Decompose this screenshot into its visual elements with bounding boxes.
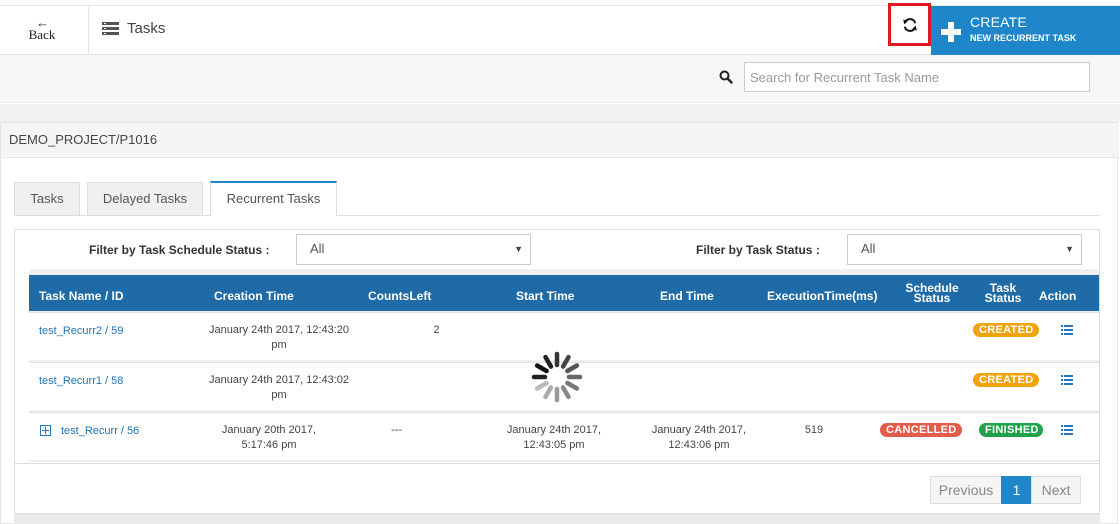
start-time-line2: 12:43:05 pm <box>523 439 585 451</box>
col-creation-time: Creation Time <box>214 289 294 303</box>
creation-time-line2: 5:17:46 pm <box>241 439 297 451</box>
col-task-status: Task Status <box>981 282 1025 305</box>
create-recurrent-task-button[interactable]: CREATE NEW RECURRENT TASK <box>931 6 1120 55</box>
col-execution-time: ExecutionTime(ms) <box>767 289 878 303</box>
pagination-previous[interactable]: Previous <box>930 476 1002 504</box>
tab-tasks[interactable]: Tasks <box>14 182 80 216</box>
col-task-status-line2: Status <box>984 291 1022 305</box>
creation-time-line1: January 24th 2017, 12:43:20 <box>208 324 350 336</box>
creation-time-cell: January 24th 2017, 12:43:02 pm <box>204 373 354 403</box>
task-status-badge: CREATED <box>973 373 1039 387</box>
counts-left-cell: 2 <box>433 324 440 336</box>
table-footer-divider <box>15 463 1099 464</box>
search-bar <box>0 55 1120 103</box>
bottom-bar <box>14 514 1100 524</box>
page-gap <box>0 104 1120 122</box>
pagination-page-1[interactable]: 1 <box>1001 476 1032 504</box>
col-start-time: Start Time <box>516 289 575 303</box>
task-name-link[interactable]: test_Recurr / 56 <box>61 425 139 437</box>
task-status-value: All <box>861 241 876 256</box>
start-time-cell: January 24th 2017, 12:43:05 pm <box>479 423 629 453</box>
col-end-time: End Time <box>660 289 714 303</box>
schedule-filter-label: Filter by Task Schedule Status : <box>89 243 270 257</box>
list-details-icon[interactable] <box>1061 325 1073 335</box>
search-icon <box>719 70 733 84</box>
creation-time-line2: pm <box>271 339 287 351</box>
schedule-status-value: All <box>310 241 325 256</box>
tab-delayed-tasks[interactable]: Delayed Tasks <box>87 182 203 216</box>
task-status-badge: FINISHED <box>979 423 1043 437</box>
loading-spinner-icon <box>531 351 583 403</box>
col-task-name: Task Name / ID <box>39 289 124 303</box>
creation-time-cell: January 20th 2017, 5:17:46 pm <box>194 423 344 453</box>
project-header: DEMO_PROJECT/P1016 <box>1 123 1119 158</box>
filters-row: Filter by Task Schedule Status : All ▼ F… <box>15 230 1099 270</box>
counts-left-cell: --- <box>391 424 402 436</box>
active-tab-underlay <box>211 214 336 217</box>
col-schedule-status: Schedule Status <box>905 282 959 305</box>
end-time-cell: January 24th 2017, 12:43:06 pm <box>624 423 774 453</box>
task-status-badge: CREATED <box>973 323 1039 337</box>
list-details-icon[interactable] <box>1061 425 1073 435</box>
chevron-down-icon: ▼ <box>1065 244 1074 254</box>
tabs-divider <box>14 215 1100 216</box>
col-counts-left: CountsLeft <box>368 289 432 303</box>
plus-icon <box>941 22 961 42</box>
schedule-status-select[interactable]: All ▼ <box>296 234 531 265</box>
search-input[interactable] <box>744 62 1090 92</box>
tab-recurrent-tasks[interactable]: Recurrent Tasks <box>210 181 337 216</box>
task-status-filter-label: Filter by Task Status : <box>696 243 820 257</box>
create-label: CREATE <box>970 14 1027 30</box>
end-time-line1: January 24th 2017, <box>651 424 747 436</box>
refresh-icon <box>903 18 917 32</box>
creation-time-line1: January 20th 2017, <box>221 424 317 436</box>
top-bar: ← Back Tasks CREATE NEW RECURRENT TASK <box>0 3 1120 55</box>
task-status-select[interactable]: All ▼ <box>847 234 1082 265</box>
execution-time-cell: 519 <box>804 424 824 436</box>
task-name-link[interactable]: test_Recurr1 / 58 <box>39 375 123 387</box>
col-schedule-status-line2: Status <box>913 291 951 305</box>
back-button[interactable]: ← Back <box>0 6 89 55</box>
refresh-button[interactable] <box>888 3 931 46</box>
list-icon <box>102 22 119 35</box>
start-time-line1: January 24th 2017, <box>506 424 602 436</box>
creation-time-line1: January 24th 2017, 12:43:02 <box>208 374 350 386</box>
pagination-next[interactable]: Next <box>1031 476 1081 504</box>
expand-plus-icon[interactable] <box>40 425 51 436</box>
creation-time-line2: pm <box>271 389 287 401</box>
table-row: test_Recurr / 56 January 20th 2017, 5:17… <box>29 412 1099 460</box>
end-time-line2: 12:43:06 pm <box>668 439 730 451</box>
task-name-link[interactable]: test_Recurr2 / 59 <box>39 325 123 337</box>
create-sublabel: NEW RECURRENT TASK <box>970 33 1077 43</box>
col-action: Action <box>1039 289 1077 303</box>
table-header: Task Name / ID Creation Time CountsLeft … <box>29 275 1099 311</box>
back-label: Back <box>28 27 56 42</box>
creation-time-cell: January 24th 2017, 12:43:20 pm <box>204 323 354 353</box>
page-title-text: Tasks <box>127 20 166 37</box>
schedule-status-badge: CANCELLED <box>880 423 962 437</box>
project-path: DEMO_PROJECT/P1016 <box>9 132 158 147</box>
chevron-down-icon: ▼ <box>514 244 523 254</box>
list-details-icon[interactable] <box>1061 375 1073 385</box>
